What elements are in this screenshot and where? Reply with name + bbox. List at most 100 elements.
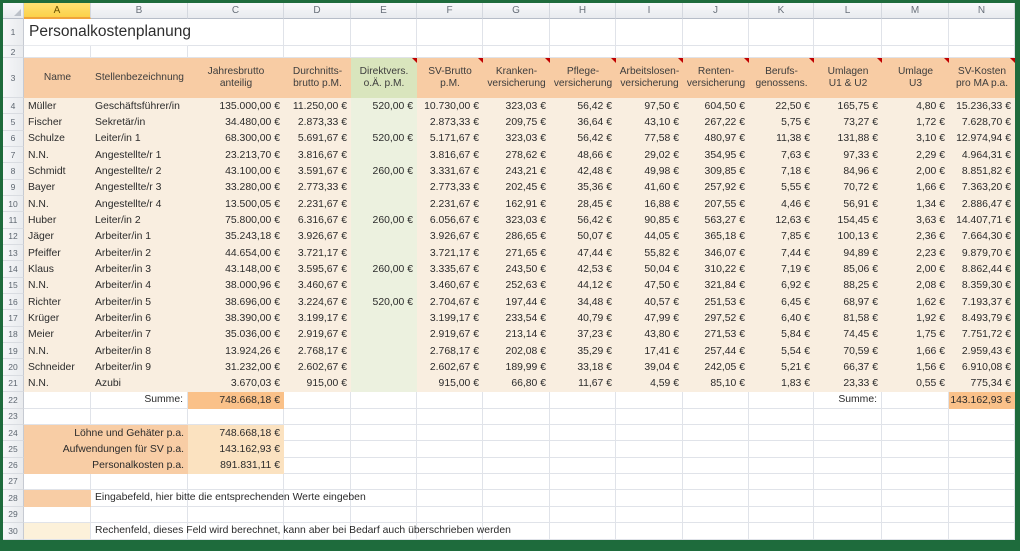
cell[interactable]: 56,42 €	[550, 131, 616, 147]
cell[interactable]: 271,53 €	[683, 327, 749, 343]
cell[interactable]: 5,21 €	[749, 359, 814, 375]
column-header-I[interactable]: I	[616, 3, 683, 19]
cell[interactable]: 43.148,00 €	[188, 261, 284, 277]
cell[interactable]: 2.231,67 €	[284, 196, 351, 212]
cell[interactable]	[188, 507, 284, 523]
cell[interactable]: 1,92 €	[882, 310, 949, 326]
cell[interactable]: 10.730,00 €	[417, 98, 483, 114]
cell[interactable]: 2.773,33 €	[417, 180, 483, 196]
cell[interactable]: 5.171,67 €	[417, 131, 483, 147]
cell[interactable]	[550, 474, 616, 490]
cell[interactable]: 7.751,72 €	[949, 327, 1015, 343]
cell[interactable]: 2,23 €	[882, 245, 949, 261]
legend-text-cell[interactable]: Eingabefeld, hier bitte die entsprechend…	[91, 490, 188, 507]
cell[interactable]: 97,33 €	[814, 147, 882, 163]
cell[interactable]: 3.926,67 €	[284, 229, 351, 245]
cell[interactable]: 233,54 €	[483, 310, 550, 326]
cell[interactable]	[882, 490, 949, 507]
cell[interactable]: Arbeiter/in 5	[91, 294, 188, 310]
cell[interactable]: 48,66 €	[550, 147, 616, 163]
cell[interactable]	[683, 523, 749, 540]
cell[interactable]: 915,00 €	[284, 376, 351, 392]
cell[interactable]: 7,18 €	[749, 163, 814, 179]
row-header-11[interactable]: 11	[3, 212, 24, 228]
cell[interactable]	[683, 392, 749, 409]
cell[interactable]: 16,88 €	[616, 196, 683, 212]
cell[interactable]	[683, 46, 749, 58]
cell[interactable]: 13.924,26 €	[188, 343, 284, 359]
cell[interactable]: 131,88 €	[814, 131, 882, 147]
row-header-3[interactable]: 3	[3, 58, 24, 98]
cell[interactable]	[949, 507, 1015, 523]
total-value[interactable]: 143.162,93 €	[188, 441, 284, 457]
cell[interactable]: 81,58 €	[814, 310, 882, 326]
cell[interactable]: Azubi	[91, 376, 188, 392]
cell[interactable]: 257,92 €	[683, 180, 749, 196]
cell[interactable]: 3.460,67 €	[284, 278, 351, 294]
cell[interactable]: 323,03 €	[483, 212, 550, 228]
cell[interactable]: 47,44 €	[550, 245, 616, 261]
cell[interactable]: 70,72 €	[814, 180, 882, 196]
cell[interactable]: 44.654,00 €	[188, 245, 284, 261]
cell[interactable]	[351, 327, 417, 343]
column-header-G[interactable]: G	[483, 3, 550, 19]
cell[interactable]: 6,40 €	[749, 310, 814, 326]
cell[interactable]: 1,34 €	[882, 196, 949, 212]
cell[interactable]: 38.000,96 €	[188, 278, 284, 294]
cell[interactable]	[351, 441, 417, 457]
cell[interactable]: 3.721,17 €	[284, 245, 351, 261]
cell[interactable]	[749, 490, 814, 507]
header-cell-C[interactable]: Jahresbrutto anteilig	[188, 58, 284, 98]
cell[interactable]: 202,45 €	[483, 180, 550, 196]
cell[interactable]: 267,22 €	[683, 114, 749, 130]
cell[interactable]	[882, 458, 949, 474]
cell[interactable]	[949, 458, 1015, 474]
cell[interactable]	[417, 425, 483, 441]
cell[interactable]: 321,84 €	[683, 278, 749, 294]
column-header-K[interactable]: K	[749, 3, 814, 19]
cell[interactable]: 77,58 €	[616, 131, 683, 147]
cell[interactable]: 4,80 €	[882, 98, 949, 114]
cell[interactable]: 243,50 €	[483, 261, 550, 277]
cell[interactable]	[882, 441, 949, 457]
cell[interactable]: 56,91 €	[814, 196, 882, 212]
cell[interactable]: 260,00 €	[351, 163, 417, 179]
cell[interactable]: 2,00 €	[882, 261, 949, 277]
cell[interactable]: Geschäftsführer/in	[91, 98, 188, 114]
cell[interactable]: 35.243,18 €	[188, 229, 284, 245]
cell[interactable]: 5,84 €	[749, 327, 814, 343]
row-header-10[interactable]: 10	[3, 196, 24, 212]
cell[interactable]: 2.704,67 €	[417, 294, 483, 310]
cell[interactable]: 520,00 €	[351, 294, 417, 310]
cell[interactable]	[550, 392, 616, 409]
cell[interactable]: 915,00 €	[417, 376, 483, 392]
total-label[interactable]: Aufwendungen für SV p.a.	[24, 441, 188, 457]
row-header-21[interactable]: 21	[3, 376, 24, 392]
cell[interactable]: 4,46 €	[749, 196, 814, 212]
cell[interactable]	[814, 490, 882, 507]
cell[interactable]: 0,55 €	[882, 376, 949, 392]
row-header-20[interactable]: 20	[3, 359, 24, 375]
total-label[interactable]: Personalkosten p.a.	[24, 458, 188, 474]
header-cell-H[interactable]: Pflege- versicherung	[550, 58, 616, 98]
sum-value-left[interactable]: 748.668,18 €	[188, 392, 284, 409]
cell[interactable]: 94,89 €	[814, 245, 882, 261]
row-header-9[interactable]: 9	[3, 180, 24, 196]
cell[interactable]	[284, 392, 351, 409]
cell[interactable]: 8.359,30 €	[949, 278, 1015, 294]
cell[interactable]: 7.193,37 €	[949, 294, 1015, 310]
header-cell-D[interactable]: Durchnitts- brutto p.M.	[284, 58, 351, 98]
cell[interactable]: 56,42 €	[550, 98, 616, 114]
header-cell-N[interactable]: SV-Kosten pro MA p.a.	[949, 58, 1015, 98]
row-header-28[interactable]: 28	[3, 490, 24, 507]
header-cell-K[interactable]: Berufs- genossens.	[749, 58, 814, 98]
cell[interactable]: 39,04 €	[616, 359, 683, 375]
cell[interactable]: 2,36 €	[882, 229, 949, 245]
cell[interactable]: 22,50 €	[749, 98, 814, 114]
cell[interactable]	[616, 425, 683, 441]
cell[interactable]: Sekretär/in	[91, 114, 188, 130]
row-header-1[interactable]: 1	[3, 19, 24, 46]
cell[interactable]: 5.691,67 €	[284, 131, 351, 147]
cell[interactable]: 1,66 €	[882, 343, 949, 359]
cell[interactable]: Angestellte/r 1	[91, 147, 188, 163]
